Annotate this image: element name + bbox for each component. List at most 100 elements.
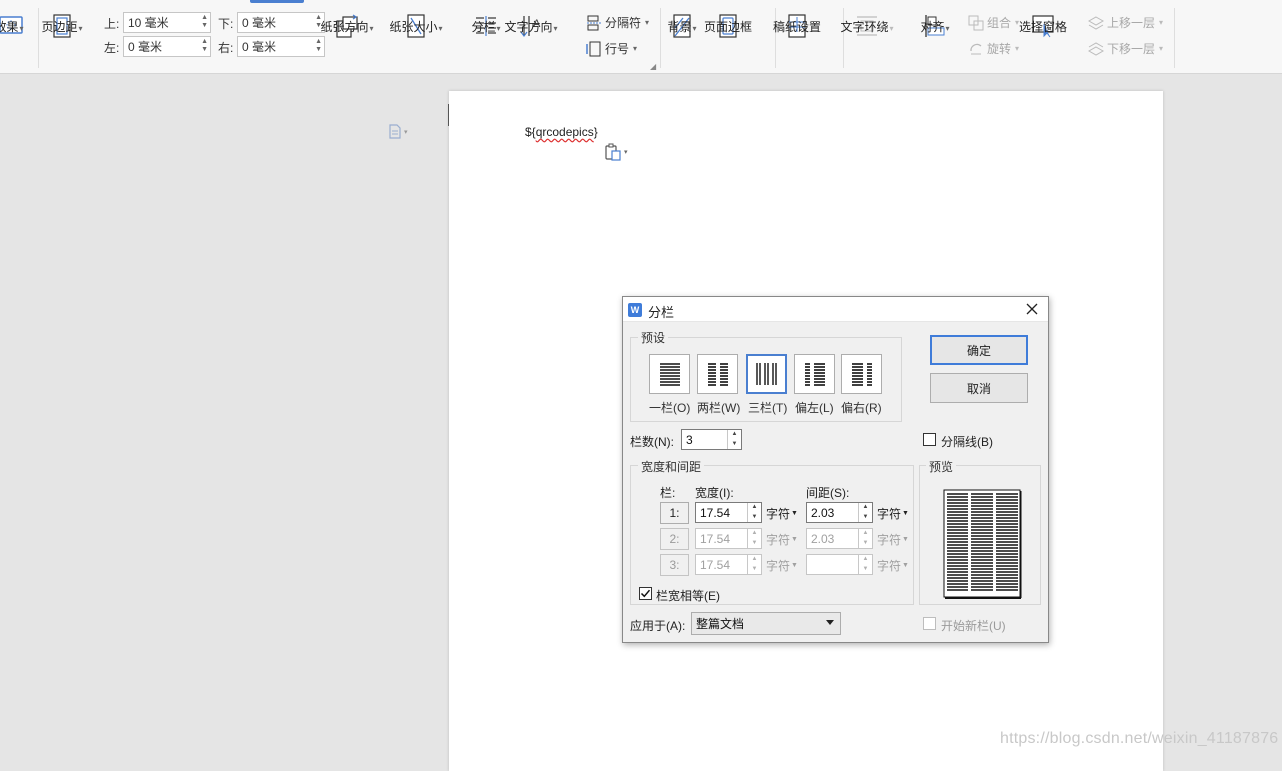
apply-to-value: 整篇文档 — [696, 617, 745, 631]
width-spacing-title: 宽度和间距 — [638, 458, 705, 475]
text-wrap-button[interactable]: 文字环绕▾ — [840, 14, 894, 38]
spacing-unit-dropdown[interactable]: 字符 ▼ — [877, 505, 909, 522]
spacing-unit-dropdown: 字符 ▼ — [877, 559, 909, 573]
num-columns-input[interactable]: 3 ▲ ▼ — [681, 429, 742, 450]
page-border-button[interactable]: 页面边框 — [704, 14, 752, 38]
three-columns-icon — [755, 363, 777, 385]
column-index: 1: — [660, 502, 689, 524]
preset-label: 三栏(T) — [748, 401, 788, 415]
page-margin-label: 页边距 — [41, 20, 78, 34]
column-spacing-value: 2.03 — [811, 531, 835, 546]
preset-label: 偏左(L) — [795, 401, 834, 415]
close-button[interactable] — [1022, 299, 1042, 319]
selection-pane-label: 选择窗格 — [1019, 20, 1068, 34]
document-text[interactable]: ${qrcodepics} — [525, 125, 598, 139]
text-direction-button[interactable]: A 文字方向▾ — [504, 14, 558, 38]
width-unit-dropdown: 字符 ▼ — [766, 533, 798, 547]
rotate-button[interactable]: 旋转 ▾ — [968, 40, 1019, 57]
document-icon — [389, 124, 401, 139]
column-index: 3: — [660, 554, 689, 576]
ribbon-separator — [843, 8, 844, 68]
selection-pane-button[interactable]: 选择窗格 — [1019, 14, 1067, 38]
group-button[interactable]: 组合 ▾ — [968, 14, 1019, 31]
checkmark-icon — [640, 589, 651, 598]
column-width-input[interactable]: 17.54 ▲ ▼ — [695, 502, 762, 523]
ok-button[interactable]: 确定 — [930, 335, 1028, 365]
text-cursor — [448, 104, 449, 126]
columns-button[interactable]: 分栏▾ — [471, 14, 501, 38]
page-border-label: 页面边框 — [704, 20, 753, 34]
manuscript-label: 稿纸设置 — [773, 20, 822, 34]
column-width-value: 17.54 — [700, 557, 731, 572]
bring-forward-button[interactable]: 上移一层 ▾ — [1088, 14, 1163, 31]
two-columns-icon — [707, 363, 728, 386]
columns-label: 分栏 — [471, 20, 496, 34]
margin-right-label: 右: — [218, 41, 234, 55]
background-button[interactable]: 背景▾ — [667, 14, 697, 38]
paper-size-label: 纸张大小 — [389, 20, 438, 34]
paper-size-button[interactable]: 纸张大小▾ — [389, 14, 443, 38]
column-width-input: 17.54 ▲ ▼ — [695, 554, 762, 575]
preset-label: 两栏(W) — [697, 401, 741, 415]
misspelled-word[interactable]: qrcodepics — [536, 125, 594, 139]
spinner-arrows-icon[interactable]: ▲ ▼ — [315, 38, 322, 54]
cancel-button[interactable]: 取消 — [930, 373, 1028, 403]
spacing-spinner[interactable]: ▲ ▼ — [858, 503, 872, 522]
manuscript-settings-button[interactable]: 稿纸设置 — [773, 14, 821, 38]
orientation-button[interactable]: 纸张方向▾ — [320, 14, 374, 38]
page-margin-button[interactable]: 页边距▾ — [41, 14, 83, 38]
new-column-label: 开始新栏(U) — [941, 619, 1006, 633]
column-spacing-input: ▲ ▼ — [806, 554, 873, 575]
dialog-title: 分栏 — [648, 305, 675, 320]
preset-label: 一栏(O) — [649, 401, 691, 415]
right-column-icon — [851, 363, 872, 386]
watermark-text: https://blog.csdn.net/weixin_41187876 — [1000, 730, 1279, 747]
ok-label: 确定 — [966, 343, 991, 358]
dialog-title-bar[interactable]: W 分栏 — [623, 297, 1048, 322]
effects-button[interactable]: 效果▾ — [0, 14, 24, 36]
document-options-button[interactable]: ▾ — [388, 124, 408, 139]
width-spinner: ▲ ▼ — [747, 555, 761, 574]
separator-button[interactable]: 分隔符 ▾ — [586, 14, 649, 31]
num-columns-label: 栏数(N): — [630, 435, 674, 449]
apply-to-label: 应用于(A): — [630, 619, 686, 633]
send-backward-label: 下移一层 — [1107, 42, 1156, 56]
paste-options-button[interactable]: ▾ — [604, 143, 628, 161]
preset-right[interactable] — [841, 354, 882, 394]
margin-right-value: 0 毫米 — [242, 40, 277, 54]
separator-label: 分隔符 — [605, 16, 642, 30]
preset-left[interactable] — [794, 354, 835, 394]
spacing-unit-dropdown: 字符 ▼ — [877, 533, 909, 547]
send-backward-button[interactable]: 下移一层 ▾ — [1088, 40, 1163, 57]
text-wrap-label: 文字环绕 — [840, 20, 889, 34]
column-header: 栏: — [660, 486, 676, 500]
rotate-icon — [970, 43, 982, 54]
spinner-arrows-icon[interactable]: ▲ ▼ — [201, 14, 208, 30]
width-spinner[interactable]: ▲ ▼ — [747, 503, 761, 522]
num-columns-spinner[interactable]: ▲ ▼ — [727, 430, 741, 449]
spacing-spinner: ▲ ▼ — [858, 555, 872, 574]
preset-three-columns[interactable] — [746, 354, 787, 394]
divider-checkbox[interactable] — [923, 433, 936, 446]
column-index: 2: — [660, 528, 689, 550]
orientation-label: 纸张方向 — [320, 20, 369, 34]
spacing-header: 间距(S): — [806, 486, 850, 500]
ribbon-separator — [1174, 8, 1175, 68]
margin-bottom-input[interactable]: 0 毫米 ▲ ▼ — [237, 12, 325, 33]
background-label: 背景 — [667, 20, 692, 34]
width-unit-dropdown[interactable]: 字符 ▼ — [766, 505, 798, 522]
column-spacing-input[interactable]: 2.03 ▲ ▼ — [806, 502, 873, 523]
line-number-button[interactable]: 行号 ▾ — [586, 40, 637, 57]
column-preview — [942, 488, 1022, 599]
preset-one-column[interactable] — [649, 354, 690, 394]
preset-two-columns[interactable] — [697, 354, 738, 394]
margin-left-input[interactable]: 0 毫米 ▲ ▼ — [123, 36, 211, 57]
align-button[interactable]: 对齐▾ — [920, 14, 950, 38]
margin-right-input[interactable]: 0 毫米 ▲ ▼ — [237, 36, 325, 57]
margin-top-input[interactable]: 10 毫米 ▲ ▼ — [123, 12, 211, 33]
margin-bottom-value: 0 毫米 — [242, 16, 277, 30]
apply-to-select[interactable]: 整篇文档 — [691, 612, 841, 635]
spinner-arrows-icon[interactable]: ▲ ▼ — [201, 38, 208, 54]
equal-width-checkbox[interactable] — [639, 587, 652, 600]
dialog-launcher-icon[interactable]: ◢ — [650, 62, 656, 71]
